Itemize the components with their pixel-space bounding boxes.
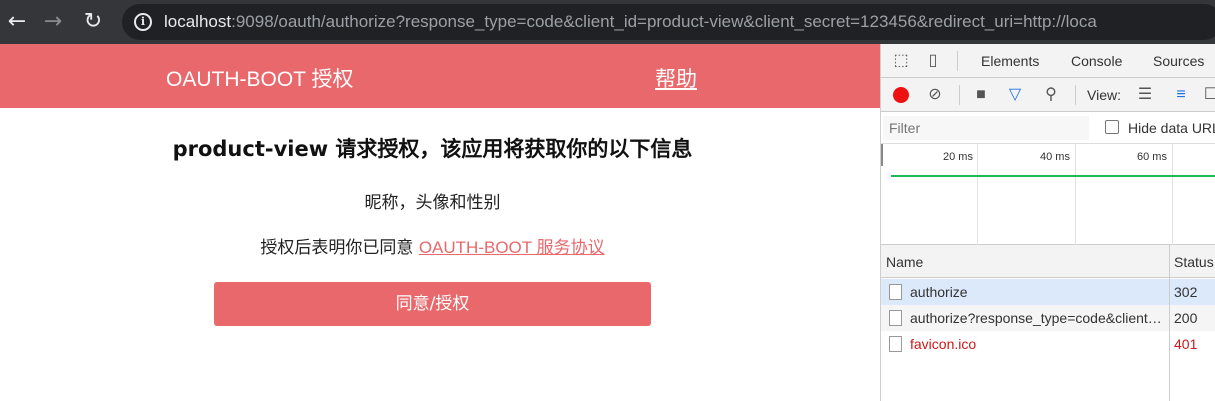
tab-separator xyxy=(957,51,958,71)
devtools-tab-bar: ⬚ ▯ Elements Console Sources xyxy=(881,44,1215,78)
request-name: authorize xyxy=(910,284,968,300)
agreement-prefix: 授权后表明你已同意 xyxy=(260,238,419,258)
clear-icon[interactable]: ⊘ xyxy=(925,85,945,105)
request-status: 401 xyxy=(1174,336,1198,352)
document-icon xyxy=(889,284,902,300)
toolbar-separator xyxy=(959,85,960,105)
url-host: localhost xyxy=(164,12,232,31)
network-overview[interactable]: 20 ms 40 ms 60 ms xyxy=(881,144,1215,245)
column-name[interactable]: Name xyxy=(886,254,923,270)
scope-description: 昵称，头像和性别 xyxy=(364,193,501,213)
timeline-start-marker xyxy=(881,144,883,166)
request-status: 200 xyxy=(1174,310,1198,326)
authorize-button[interactable]: 同意/授权 xyxy=(214,282,651,326)
hide-data-urls-label: Hide data URLs xyxy=(1128,120,1215,136)
toolbar-separator xyxy=(1075,85,1076,105)
tab-console[interactable]: Console xyxy=(1071,53,1122,69)
url-text[interactable]: localhost:9098/oauth/authorize?response_… xyxy=(164,12,1097,32)
column-divider[interactable] xyxy=(1169,245,1170,401)
hide-data-urls-checkbox[interactable] xyxy=(1105,120,1119,134)
timeline-request-bar xyxy=(891,175,1215,177)
request-title: product-view 请求授权，该应用将获取你的以下信息 xyxy=(172,137,693,161)
request-name: authorize?response_type=code&client_id=p… xyxy=(910,310,1164,326)
filter-icon[interactable]: ▽ xyxy=(1005,85,1025,105)
timeline-gridline xyxy=(1075,144,1076,245)
document-icon xyxy=(889,336,902,352)
document-icon xyxy=(889,310,902,326)
site-info-icon[interactable]: i xyxy=(134,13,152,31)
filter-input[interactable] xyxy=(883,116,1089,140)
timeline-tick-label: 40 ms xyxy=(1040,151,1070,163)
request-name: favicon.ico xyxy=(910,336,977,352)
column-status[interactable]: Status xyxy=(1174,254,1214,270)
device-toolbar-icon[interactable]: ▯ xyxy=(923,51,943,71)
timeline-tick-label: 60 ms xyxy=(1137,151,1167,163)
inspect-element-icon[interactable]: ⬚ xyxy=(891,51,911,71)
large-rows-icon[interactable]: ☰ xyxy=(1135,85,1155,105)
timeline-tick-label: 20 ms xyxy=(943,151,973,163)
forward-icon[interactable]: → xyxy=(40,9,66,35)
filter-row: Hide data URLs xyxy=(881,112,1215,144)
camera-icon[interactable]: ■ xyxy=(971,85,991,105)
tab-elements[interactable]: Elements xyxy=(981,53,1039,69)
reload-icon[interactable]: ↻ xyxy=(80,9,106,35)
record-icon[interactable] xyxy=(893,87,909,103)
table-row[interactable]: authorize?response_type=code&client_id=p… xyxy=(881,305,1215,331)
browser-toolbar: ← → ↻ i localhost:9098/oauth/authorize?r… xyxy=(0,0,1215,44)
app-title: OAUTH-BOOT 授权 xyxy=(166,68,354,91)
app-header: OAUTH-BOOT 授权 帮助 xyxy=(0,44,880,108)
search-icon[interactable]: ⚲ xyxy=(1041,85,1061,105)
table-row[interactable]: favicon.ico 401 xyxy=(881,331,1215,357)
overview-checkbox-icon[interactable]: ☐ xyxy=(1201,85,1215,105)
request-status: 302 xyxy=(1174,284,1198,300)
view-label: View: xyxy=(1087,87,1121,103)
help-link[interactable]: 帮助 xyxy=(655,63,697,93)
agreement-text: 授权后表明你已同意 OAUTH-BOOT 服务协议 xyxy=(0,233,865,258)
timeline-gridline xyxy=(977,144,978,245)
waterfall-icon[interactable]: ≡ xyxy=(1171,85,1191,105)
back-icon[interactable]: ← xyxy=(4,9,30,35)
timeline-gridline xyxy=(1172,144,1173,245)
address-bar[interactable]: i localhost:9098/oauth/authorize?respons… xyxy=(122,4,1215,40)
tab-sources[interactable]: Sources xyxy=(1153,53,1204,69)
devtools-panel: ⬚ ▯ Elements Console Sources ⊘ ■ ▽ ⚲ Vie… xyxy=(880,44,1215,401)
url-path: :9098/oauth/authorize?response_type=code… xyxy=(231,12,1097,31)
service-agreement-link[interactable]: OAUTH-BOOT 服务协议 xyxy=(419,238,605,257)
page-viewport: OAUTH-BOOT 授权 帮助 product-view 请求授权，该应用将获… xyxy=(0,44,880,401)
table-row[interactable]: authorize 302 xyxy=(881,279,1215,305)
network-toolbar: ⊘ ■ ▽ ⚲ View: ☰ ≡ ☐ xyxy=(881,78,1215,112)
requests-table-header: Name Status xyxy=(881,245,1215,278)
